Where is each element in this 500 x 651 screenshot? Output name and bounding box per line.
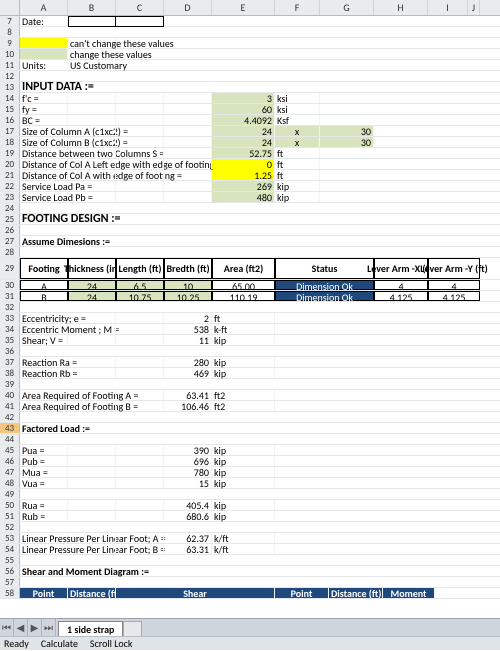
table-row: 31 B 24 10.75 10.25 110.19 Dimension Ok … — [0, 291, 500, 302]
status-calculate: Calculate — [41, 637, 78, 650]
legend-editable — [20, 49, 68, 59]
section-input-data: INPUT DATA := — [20, 82, 68, 92]
tab-next[interactable] — [123, 621, 142, 637]
section-factored-load: Factored Load := — [20, 423, 68, 433]
section-footing-design: FOOTING DESIGN := — [20, 214, 68, 224]
table-header-row: 29 Footing Thickness (in) Length (ft) Br… — [0, 258, 500, 280]
spreadsheet-grid[interactable]: 7Date: 8 9can't change these values 10ch… — [0, 16, 500, 599]
table-row: 30 A 24 6.5 10 65.00 Dimension Ok 4 4 — [0, 280, 500, 291]
legend-locked — [20, 38, 68, 48]
column-headers[interactable]: A B C D E F G H I J — [0, 0, 500, 16]
section-shear-moment: Shear and Moment Diagram := — [20, 566, 68, 576]
tab-nav-first-icon[interactable]: ⏮ — [0, 619, 14, 637]
date-input[interactable] — [68, 16, 116, 27]
tab-nav-next-icon[interactable]: ▶ — [28, 619, 42, 637]
tab-active[interactable]: 1 side strap — [58, 621, 123, 637]
tab-nav-last-icon[interactable]: ⏭ — [42, 619, 56, 637]
date-label: Date: — [20, 16, 68, 26]
status-bar: Ready Calculate Scroll Lock — [0, 636, 500, 650]
tab-nav-prev-icon[interactable]: ◀ — [14, 619, 28, 637]
status-scrolllock: Scroll Lock — [90, 637, 133, 650]
status-ready: Ready — [4, 637, 29, 650]
sheet-tab-bar: ⏮ ◀ ▶ ⏭ 1 side strap — [0, 618, 500, 636]
